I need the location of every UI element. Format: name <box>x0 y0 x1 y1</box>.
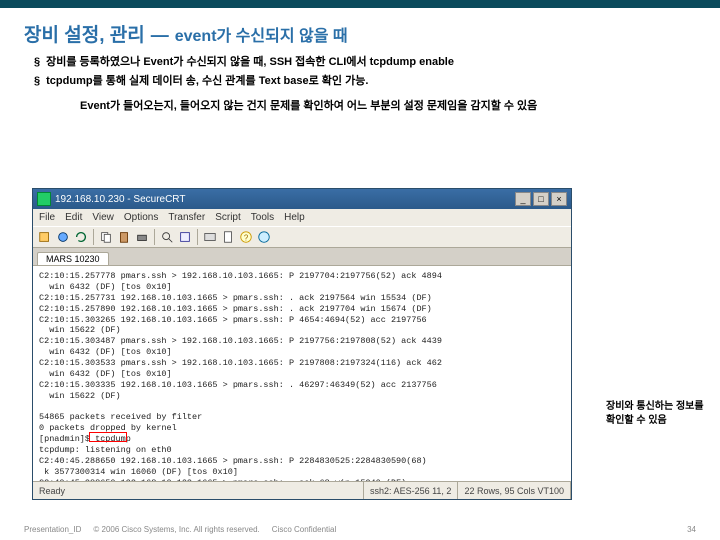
slide-title: 장비 설정, 관리 — event가 수신되지 않을 때 <box>24 20 696 47</box>
copy-icon[interactable] <box>98 229 114 245</box>
menu-edit[interactable]: Edit <box>65 212 82 223</box>
menu-bar: File Edit View Options Transfer Script T… <box>33 209 571 226</box>
slide-footer: Presentation_ID © 2006 Cisco Systems, In… <box>0 525 720 534</box>
session-icon[interactable] <box>202 229 218 245</box>
menu-file[interactable]: File <box>39 212 55 223</box>
print-icon[interactable] <box>134 229 150 245</box>
bullet-item: tcpdump를 통해 실제 데이터 송, 수신 관계를 Text base로 … <box>34 74 696 89</box>
bullet-text: tcpdump를 통해 실제 데이터 송, 수신 관계를 Text base로 … <box>46 74 368 89</box>
properties-icon[interactable] <box>177 229 193 245</box>
menu-view[interactable]: View <box>92 212 114 223</box>
about-icon[interactable] <box>256 229 272 245</box>
terminal-output[interactable]: C2:10:15.257778 pmars.ssh > 192.168.10.1… <box>33 266 571 481</box>
paste-icon[interactable] <box>116 229 132 245</box>
top-accent-bar <box>0 0 720 8</box>
menu-transfer[interactable]: Transfer <box>168 212 205 223</box>
minimize-button[interactable]: _ <box>515 192 531 206</box>
toolbar-separator <box>154 229 155 245</box>
tab-bar: MARS 10230 <box>33 248 571 266</box>
toolbar-separator <box>197 229 198 245</box>
slide-content: 장비 설정, 관리 — event가 수신되지 않을 때 장비를 등록하였으나 … <box>0 8 720 114</box>
maximize-button[interactable]: □ <box>533 192 549 206</box>
sub-note: Event가 들어오는지, 들어오지 않는 건지 문제를 확인하여 어느 부분의… <box>80 98 696 115</box>
toolbar: ? <box>33 226 571 248</box>
footer-confidential: Cisco Confidential <box>272 525 336 534</box>
highlight-annotation <box>89 432 127 442</box>
menu-options[interactable]: Options <box>124 212 158 223</box>
help-icon[interactable]: ? <box>238 229 254 245</box>
bullet-list: 장비를 등록하였으나 Event가 수신되지 않을 때, SSH 접속한 CLI… <box>24 55 696 90</box>
log-icon[interactable] <box>220 229 236 245</box>
menu-script[interactable]: Script <box>215 212 241 223</box>
window-titlebar[interactable]: 192.168.10.230 - SecureCRT _ □ × <box>33 189 571 209</box>
title-sub: event가 수신되지 않을 때 <box>175 22 348 46</box>
session-tab[interactable]: MARS 10230 <box>37 252 109 265</box>
find-icon[interactable] <box>159 229 175 245</box>
title-dash: — <box>151 25 169 46</box>
status-bar: Ready ssh2: AES-256 11, 2 22 Rows, 95 Co… <box>33 481 571 499</box>
menu-help[interactable]: Help <box>284 212 305 223</box>
quick-connect-icon[interactable] <box>55 229 71 245</box>
bullet-item: 장비를 등록하였으나 Event가 수신되지 않을 때, SSH 접속한 CLI… <box>34 55 696 70</box>
status-session: ssh2: AES-256 11, 2 <box>364 482 458 499</box>
terminal-window: 192.168.10.230 - SecureCRT _ □ × File Ed… <box>32 188 572 500</box>
toolbar-separator <box>93 229 94 245</box>
status-rows: 22 Rows, 95 Cols VT100 <box>458 482 571 499</box>
bullet-text: 장비를 등록하였으나 Event가 수신되지 않을 때, SSH 접속한 CLI… <box>46 55 454 70</box>
title-main: 장비 설정, 관리 <box>24 20 145 47</box>
menu-tools[interactable]: Tools <box>251 212 274 223</box>
footer-presentation-id: Presentation_ID <box>24 525 81 534</box>
window-icon <box>37 192 51 206</box>
callout-note: 장비와 통신하는 정보를 확인할 수 있음 <box>606 400 714 428</box>
reconnect-icon[interactable] <box>73 229 89 245</box>
close-button[interactable]: × <box>551 192 567 206</box>
page-number: 34 <box>687 525 696 534</box>
connect-icon[interactable] <box>37 229 53 245</box>
svg-text:?: ? <box>244 234 249 243</box>
footer-copyright: © 2006 Cisco Systems, Inc. All rights re… <box>93 525 259 534</box>
window-controls: _ □ × <box>515 192 567 206</box>
status-ready: Ready <box>33 482 364 499</box>
window-title-text: 192.168.10.230 - SecureCRT <box>55 194 511 205</box>
